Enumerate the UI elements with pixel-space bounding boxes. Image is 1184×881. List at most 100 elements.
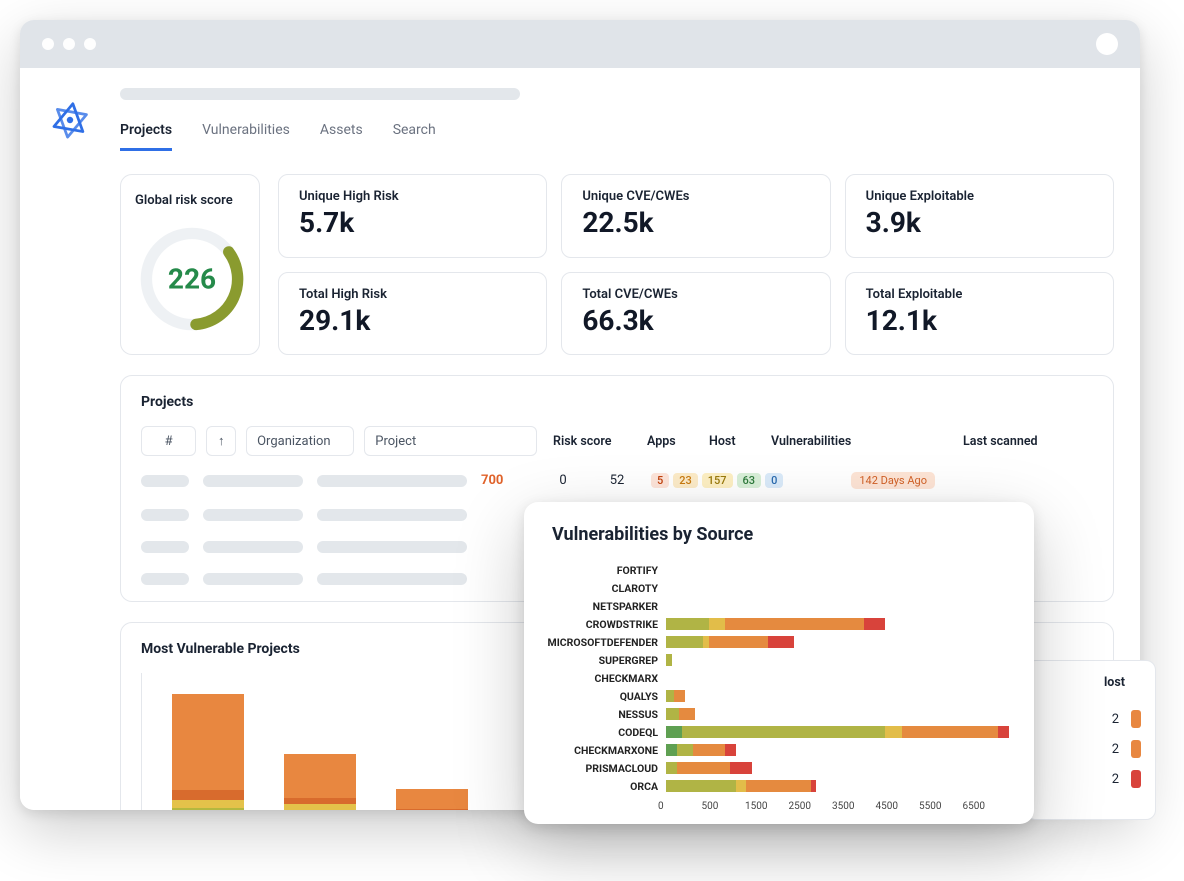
stat-card: Total High Risk29.1k bbox=[278, 272, 547, 356]
global-risk-card: Global risk score 226 bbox=[120, 174, 260, 355]
stat-label: Total CVE/CWEs bbox=[582, 287, 809, 302]
severity-badge: 157 bbox=[702, 473, 733, 488]
severity-chip-icon bbox=[1131, 770, 1141, 788]
vbs-bar bbox=[666, 636, 1014, 648]
vbs-tick: 0 bbox=[658, 801, 702, 812]
col-risk-score: Risk score bbox=[553, 434, 625, 449]
vbs-bar-segment bbox=[666, 708, 679, 720]
vbs-bar bbox=[666, 762, 1014, 774]
risk-gauge: 226 bbox=[135, 222, 249, 336]
vbs-bar-segment bbox=[666, 618, 709, 630]
sort-asc-icon[interactable]: ↑ bbox=[206, 426, 236, 456]
vulnerabilities-by-source-panel: Vulnerabilities by Source FORTIFYCLAROTY… bbox=[524, 502, 1034, 824]
tab-search[interactable]: Search bbox=[393, 122, 436, 151]
vbs-bar bbox=[666, 780, 1014, 792]
stat-value: 66.3k bbox=[582, 304, 809, 337]
vbs-bar-segment bbox=[730, 762, 751, 774]
vbs-bar-segment bbox=[666, 780, 736, 792]
vbs-bar-segment bbox=[682, 726, 885, 738]
vbs-bar bbox=[666, 582, 1014, 594]
window-avatar-icon[interactable] bbox=[1096, 33, 1118, 55]
cell-risk-score: 700 bbox=[481, 473, 529, 488]
vbs-tick: 6500 bbox=[963, 801, 1007, 812]
vbs-bar-segment bbox=[666, 654, 672, 666]
bar-segment bbox=[172, 790, 244, 800]
vbs-bar-segment bbox=[677, 744, 693, 756]
cell-placeholder bbox=[317, 509, 467, 521]
vbs-bar-segment bbox=[674, 690, 685, 702]
stat-label: Unique High Risk bbox=[299, 189, 526, 204]
cell-placeholder bbox=[141, 509, 189, 521]
side-value: 2 bbox=[1112, 742, 1119, 757]
cell-placeholder bbox=[203, 509, 303, 521]
col-host: Host bbox=[709, 434, 749, 449]
vbs-bar bbox=[666, 654, 1014, 666]
window-max-icon[interactable] bbox=[84, 38, 96, 50]
bar-segment bbox=[172, 808, 244, 810]
stat-value: 29.1k bbox=[299, 304, 526, 337]
stat-card: Unique High Risk5.7k bbox=[278, 174, 547, 258]
chart-bar bbox=[284, 754, 356, 810]
vbs-row: PRISMACLOUD bbox=[538, 759, 1014, 777]
col-last-scanned: Last scanned bbox=[963, 434, 1093, 449]
vbs-row: NETSPARKER bbox=[538, 597, 1014, 615]
vbs-bar bbox=[666, 726, 1014, 738]
severity-chip-icon bbox=[1131, 710, 1141, 728]
vbs-bar-segment bbox=[768, 636, 795, 648]
breadcrumb-placeholder bbox=[120, 88, 520, 100]
side-value: 2 bbox=[1112, 712, 1119, 727]
vbs-tick: 3500 bbox=[832, 801, 876, 812]
vbs-category-label: NETSPARKER bbox=[538, 600, 666, 613]
vbs-bar bbox=[666, 708, 1014, 720]
vbs-row: QUALYS bbox=[538, 687, 1014, 705]
vbs-bar-segment bbox=[998, 726, 1009, 738]
stat-label: Unique CVE/CWEs bbox=[582, 189, 809, 204]
window-close-icon[interactable] bbox=[42, 38, 54, 50]
tab-assets[interactable]: Assets bbox=[320, 122, 363, 151]
vbs-bar-segment bbox=[666, 690, 674, 702]
vbs-bar-segment bbox=[864, 618, 885, 630]
cell-placeholder bbox=[317, 541, 467, 553]
vbs-category-label: SUPERGREP bbox=[538, 654, 666, 667]
vbs-category-label: CLAROTY bbox=[538, 582, 666, 595]
tab-bar: Projects Vulnerabilities Assets Search bbox=[120, 122, 1114, 152]
table-row[interactable]: 700 0 52 523157630 142 Days Ago bbox=[141, 462, 1093, 499]
chart-bar bbox=[396, 789, 468, 810]
vbs-bar-segment bbox=[725, 618, 864, 630]
cell-placeholder bbox=[141, 541, 189, 553]
side-row: 2 bbox=[1037, 764, 1145, 794]
vbs-bar-segment bbox=[811, 780, 816, 792]
vbs-bar-segment bbox=[736, 780, 747, 792]
filter-organization[interactable]: Organization bbox=[246, 426, 354, 456]
window-titlebar bbox=[20, 20, 1140, 68]
severity-badge: 5 bbox=[651, 473, 669, 488]
col-vulnerabilities: Vulnerabilities bbox=[771, 434, 941, 449]
filter-project[interactable]: Project bbox=[364, 426, 537, 456]
bar-segment bbox=[396, 789, 468, 809]
bar-segment bbox=[396, 809, 468, 810]
filter-index[interactable]: # bbox=[141, 426, 196, 456]
cell-host: 52 bbox=[597, 473, 637, 488]
sidebar bbox=[20, 68, 120, 810]
stat-value: 12.1k bbox=[866, 304, 1093, 337]
vbs-category-label: QUALYS bbox=[538, 690, 666, 703]
window-min-icon[interactable] bbox=[63, 38, 75, 50]
tab-vulnerabilities[interactable]: Vulnerabilities bbox=[202, 122, 290, 151]
cell-last-scanned: 142 Days Ago bbox=[851, 472, 935, 489]
stat-card: Total Exploitable12.1k bbox=[845, 272, 1114, 356]
stat-value: 3.9k bbox=[866, 206, 1093, 239]
cell-placeholder bbox=[317, 573, 467, 585]
vbs-category-label: CHECKMARX bbox=[538, 672, 666, 685]
stat-card: Total CVE/CWEs 66.3k bbox=[561, 272, 830, 356]
global-risk-title: Global risk score bbox=[135, 193, 245, 208]
tab-projects[interactable]: Projects bbox=[120, 122, 172, 151]
vbs-row: NESSUS bbox=[538, 705, 1014, 723]
stat-card: Unique CVE/CWEs22.5k bbox=[561, 174, 830, 258]
vbs-bar-segment bbox=[746, 780, 810, 792]
vbs-x-axis: 0500150025003500450055006500 bbox=[666, 801, 1014, 812]
severity-badge: 0 bbox=[765, 473, 783, 488]
vbs-bar-segment bbox=[666, 744, 677, 756]
vbs-category-label: FORTIFY bbox=[538, 564, 666, 577]
vbs-row: CODEQL bbox=[538, 723, 1014, 741]
bar-segment bbox=[284, 804, 356, 810]
